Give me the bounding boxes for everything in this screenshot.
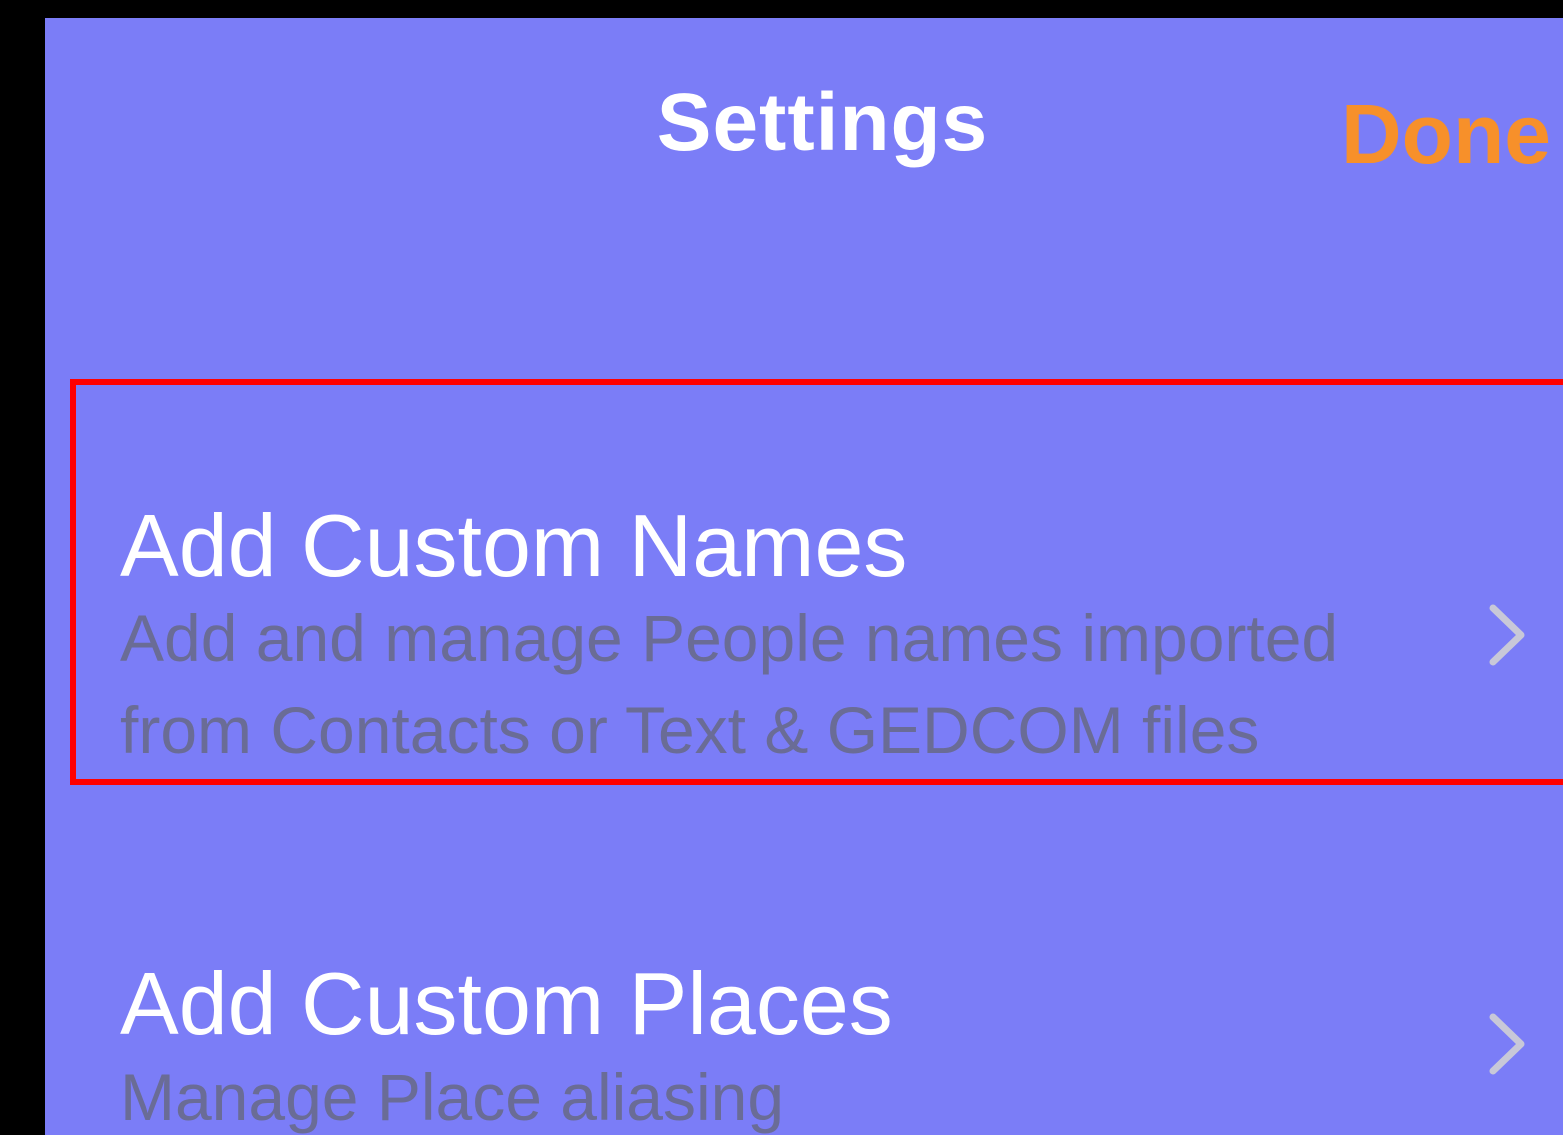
settings-screen: Settings Done Add Custom Names Add and m… [45,18,1563,1135]
chevron-right-icon [1485,1011,1529,1077]
settings-item-subtitle: Add and manage People names imported fro… [120,601,1339,767]
settings-item-title: Add Custom Names [120,496,908,595]
settings-item-subtitle: Manage Place aliasing [120,1060,785,1134]
settings-item-title: Add Custom Places [120,954,893,1053]
done-button[interactable]: Done [1341,86,1551,183]
settings-item-add-custom-names[interactable]: Add Custom Names Add and manage People n… [45,380,1563,790]
settings-item-add-custom-places[interactable]: Add Custom Places Manage Place aliasing [45,923,1563,1135]
page-title: Settings [656,77,989,168]
chevron-right-icon [1485,602,1529,668]
